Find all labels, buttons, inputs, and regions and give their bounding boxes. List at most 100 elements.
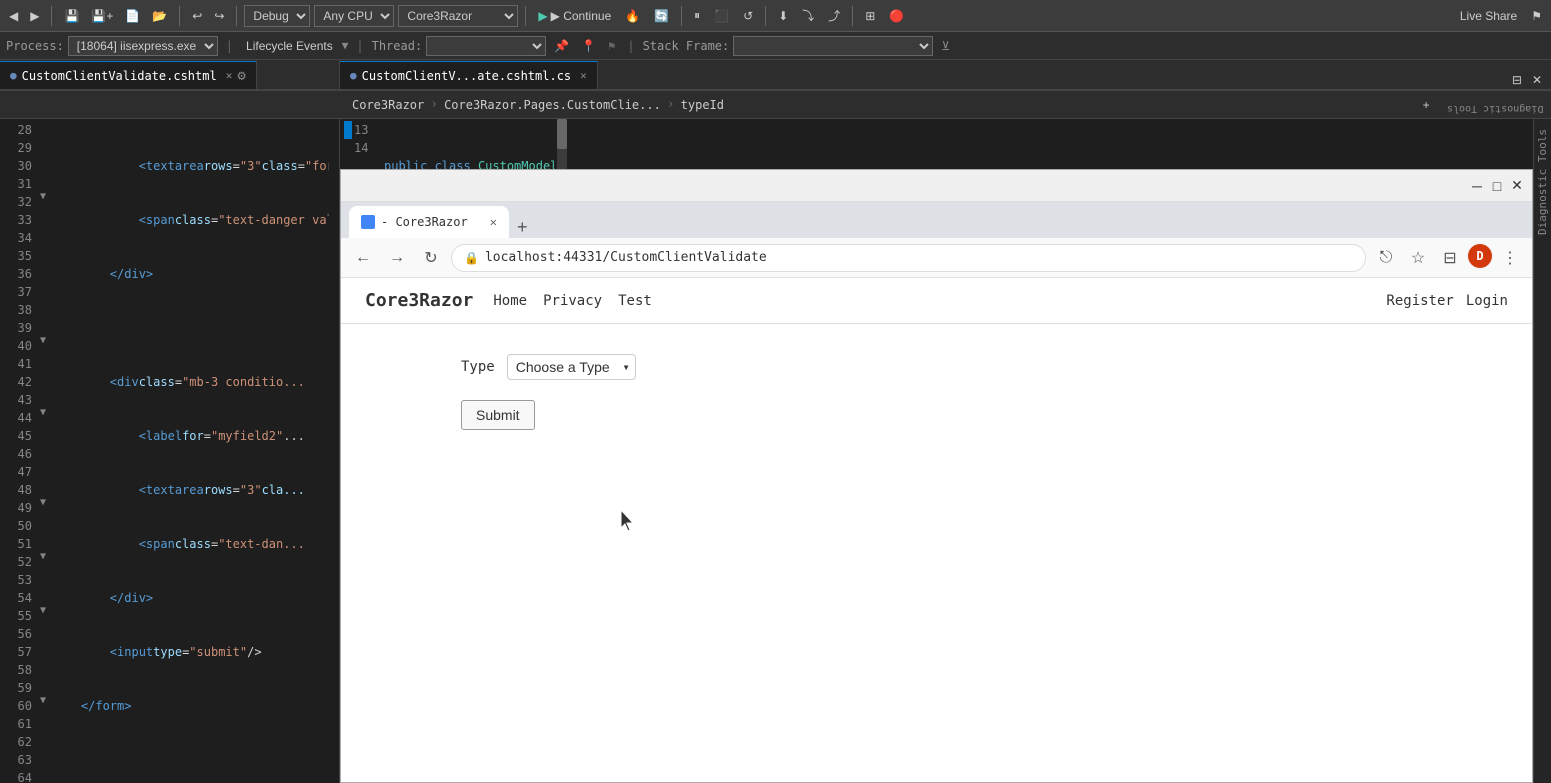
breadcrumb-actions: + xyxy=(1418,96,1435,114)
type-select[interactable]: Choose a Type Option 1 Option 2 xyxy=(507,354,636,380)
gutter-fold: ▼ ▼ ▼ ▼ ▼ ▼ ▼ xyxy=(40,119,48,783)
thread-label: Thread: xyxy=(372,39,423,53)
undo-redo: ↩ ↪ xyxy=(187,7,229,25)
right-code-top: 13 14 public class CustomModel { xyxy=(340,119,1533,169)
breadcrumb-part1[interactable]: Core3Razor xyxy=(352,98,424,112)
live-share-button[interactable]: Live Share xyxy=(1455,7,1522,25)
diagnostic-sidebar-label: Diagnostic Tools xyxy=(1536,129,1549,235)
step-out-button[interactable]: ⤴ xyxy=(823,5,845,26)
browser-tab-close[interactable]: ✕ xyxy=(490,215,497,229)
sep-icon2: 📍 xyxy=(581,39,596,53)
bookmark-button[interactable]: ☆ xyxy=(1404,244,1432,272)
browser-forward-button[interactable]: → xyxy=(383,244,411,272)
left-vscroll[interactable] xyxy=(329,119,339,783)
nav-link-test[interactable]: Test xyxy=(618,293,652,309)
nav-link-login[interactable]: Login xyxy=(1466,293,1508,309)
left-tab-close[interactable]: ✕ xyxy=(226,69,233,82)
undo-button[interactable]: ↩ xyxy=(187,7,207,25)
lock-icon: 🔒 xyxy=(464,251,479,265)
nav-link-privacy[interactable]: Privacy xyxy=(543,293,602,309)
stop-button[interactable]: ⬛ xyxy=(709,7,734,25)
address-text: localhost:44331/CustomClientValidate xyxy=(485,250,767,265)
debug-config-dropdown[interactable]: Debug xyxy=(244,5,310,27)
new-file-button[interactable]: 📄 xyxy=(120,7,145,25)
split-view-button[interactable]: ⊟ xyxy=(1436,244,1464,272)
right-tab-active[interactable]: ● CustomClientV...ate.cshtml.cs ✕ xyxy=(340,61,598,89)
left-tab-settings[interactable]: ⚙ xyxy=(237,68,245,84)
back-button[interactable]: ◀ xyxy=(4,7,23,25)
browser-titlebar: ─ □ ✕ xyxy=(341,170,1532,202)
fold-40[interactable]: ▼ xyxy=(40,335,48,353)
browser-maximize[interactable]: □ xyxy=(1490,179,1504,193)
line-36: </div> xyxy=(52,589,329,607)
close-panel-button[interactable]: ✕ xyxy=(1527,71,1547,89)
address-bar[interactable]: 🔒 localhost:44331/CustomClientValidate xyxy=(451,244,1366,272)
site-brand[interactable]: Core3Razor xyxy=(365,290,473,311)
sep-pipe3: | xyxy=(627,39,634,53)
cursor-area xyxy=(621,510,1412,536)
save-button[interactable]: 💾 xyxy=(59,7,84,25)
right-tab-close[interactable]: ✕ xyxy=(580,69,587,82)
redo-button[interactable]: ↪ xyxy=(209,7,229,25)
forward-button[interactable]: ▶ xyxy=(25,7,44,25)
site-form-area: Type Choose a Type Option 1 Option 2 xyxy=(341,324,1532,566)
fold-44[interactable]: ▼ xyxy=(40,407,48,425)
browser-refresh-button[interactable]: ↻ xyxy=(417,244,445,272)
project-dropdown[interactable]: Core3Razor xyxy=(398,5,518,27)
lifecycle-events-button[interactable]: Lifecycle Events xyxy=(241,37,338,55)
stack-frame-label: Stack Frame: xyxy=(643,39,730,53)
open-file-button[interactable]: 📂 xyxy=(147,7,172,25)
breadcrumb-part2[interactable]: Core3Razor.Pages.CustomClie... xyxy=(444,98,661,112)
browser-minimize[interactable]: ─ xyxy=(1470,179,1484,193)
break-all-button[interactable]: ⏸ xyxy=(689,6,705,25)
right-scrollbar[interactable] xyxy=(557,119,567,169)
right-scroll-thumb[interactable] xyxy=(557,119,567,149)
process-dropdown[interactable]: [18064] iisexpress.exe xyxy=(68,36,218,56)
debug-windows-button[interactable]: ⊞ xyxy=(860,7,880,25)
breadcrumb-part3[interactable]: typeId xyxy=(681,98,724,112)
stack-frame-dropdown[interactable] xyxy=(733,36,933,56)
fold-32[interactable]: ▼ xyxy=(40,191,48,209)
step-over-button[interactable]: ⬇ xyxy=(773,7,793,25)
line-38: </form> xyxy=(52,697,329,715)
browser-close[interactable]: ✕ xyxy=(1510,179,1524,193)
cursor-icon xyxy=(621,510,637,532)
main-toolbar: ◀ ▶ 💾 💾+ 📄 📂 ↩ ↪ Debug Any CPU Core3Razo… xyxy=(0,0,1551,32)
submit-button[interactable]: Submit xyxy=(461,400,535,430)
nav-buttons: ◀ ▶ xyxy=(4,7,44,25)
nav-link-register[interactable]: Register xyxy=(1386,293,1453,309)
browser-back-button[interactable]: ← xyxy=(349,244,377,272)
browser-new-tab-button[interactable]: + xyxy=(509,217,536,238)
thread-dropdown[interactable] xyxy=(426,36,546,56)
restart-all-button[interactable]: 🔄 xyxy=(649,7,674,25)
save-all-button[interactable]: 💾+ xyxy=(86,7,118,25)
browser-tab-favicon xyxy=(361,215,375,229)
nav-link-home[interactable]: Home xyxy=(493,293,527,309)
step-into-button[interactable]: ⤵ xyxy=(797,5,819,26)
continue-button[interactable]: ▶ ▶ Continue xyxy=(533,7,616,25)
sep7 xyxy=(852,6,853,26)
left-tab-active[interactable]: ● CustomClientValidate.cshtml ✕ ⚙ xyxy=(0,61,257,89)
browser-tabs-bar: - Core3Razor ✕ + xyxy=(341,202,1532,238)
feedback-button[interactable]: ⚑ xyxy=(1526,7,1547,25)
add-breadcrumb-button[interactable]: + xyxy=(1418,96,1435,114)
fold-63[interactable]: ▼ xyxy=(40,695,48,713)
menu-button[interactable]: ⋮ xyxy=(1496,244,1524,272)
sep6 xyxy=(765,6,766,26)
split-editor-button[interactable]: ⊟ xyxy=(1507,71,1527,89)
line-33: <label for="myfield2"... xyxy=(52,427,329,445)
fire-button[interactable]: 🔥 xyxy=(620,7,645,25)
sep3 xyxy=(236,6,237,26)
share-button[interactable]: ⎋ xyxy=(1372,244,1400,272)
cpu-dropdown[interactable]: Any CPU xyxy=(314,5,394,27)
browser-tab-active[interactable]: - Core3Razor ✕ xyxy=(349,206,509,238)
right-tab-icon: ● xyxy=(350,69,357,82)
restart-button[interactable]: ↺ xyxy=(738,7,758,25)
sep-icon3: ⚑ xyxy=(608,39,615,53)
diagnostic-label: Diagnostic Tools xyxy=(1447,103,1543,114)
fold-51[interactable]: ▼ xyxy=(40,497,48,515)
fold-54[interactable]: ▼ xyxy=(40,551,48,569)
breakpoints-button[interactable]: 🔴 xyxy=(884,7,909,25)
lifecycle-arrow: ▼ xyxy=(342,39,349,52)
fold-57[interactable]: ▼ xyxy=(40,605,48,623)
